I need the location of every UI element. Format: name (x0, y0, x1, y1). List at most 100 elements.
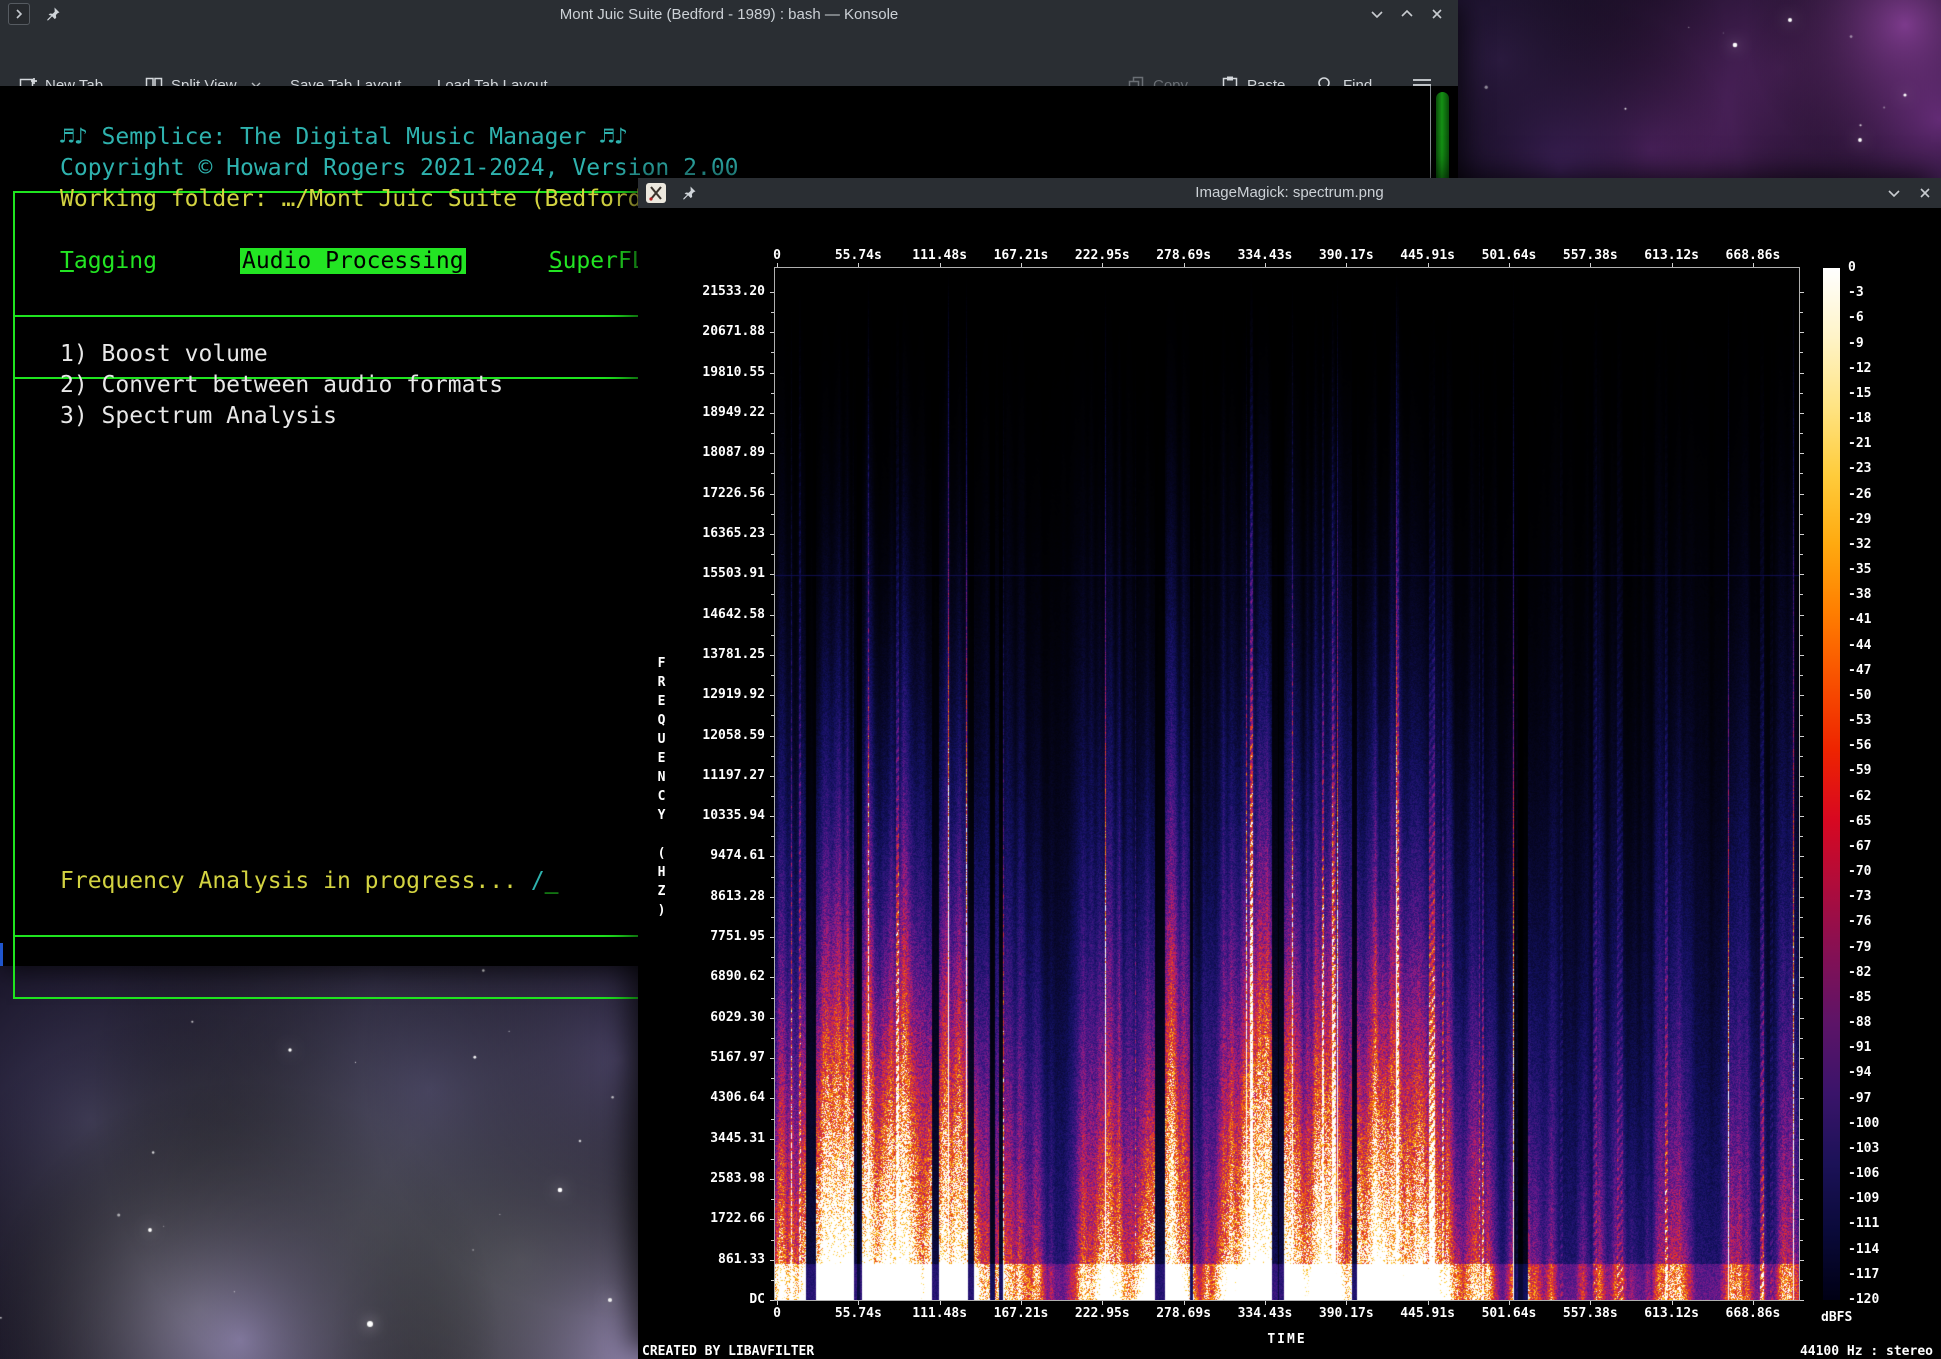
time-tick (1184, 1301, 1185, 1305)
freq-tick-minor (1800, 594, 1803, 595)
freq-tick (770, 655, 774, 656)
freq-tick-minor (771, 917, 774, 918)
freq-tick-minor (771, 594, 774, 595)
db-tick-label: -120 (1848, 1292, 1879, 1307)
colorbar (1823, 268, 1840, 1300)
db-tick-label: -6 (1848, 310, 1864, 325)
freq-tick (1800, 1139, 1804, 1140)
freq-tick-minor (771, 1280, 774, 1281)
freq-tick-minor (771, 998, 774, 999)
time-tick (1265, 263, 1266, 267)
freq-tick-minor (1800, 1240, 1803, 1241)
time-tick (1346, 1301, 1347, 1305)
db-tick-label: -29 (1848, 512, 1871, 527)
freq-tick-minor (771, 1159, 774, 1160)
db-tick-label: -21 (1848, 436, 1871, 451)
freq-tick-label: 6890.62 (663, 969, 765, 984)
db-tick-label: -82 (1848, 965, 1871, 980)
freq-tick-label: 9474.61 (663, 848, 765, 863)
freq-tick-label: 18087.89 (663, 445, 765, 460)
tui-tab-bar: Tagging Audio Processing SuperFLAC (60, 246, 673, 277)
time-tick-label: 334.43s (1230, 1306, 1300, 1321)
close-button[interactable] (1429, 6, 1445, 22)
konsole-titlebar[interactable]: Mont Juic Suite (Bedford - 1989) : bash … (0, 0, 1458, 28)
time-tick-label: 501.64s (1474, 248, 1544, 263)
time-tick-label: 390.17s (1311, 248, 1381, 263)
db-tick-label: -111 (1848, 1216, 1879, 1231)
freq-tick-minor (1800, 756, 1803, 757)
db-tick-label: -103 (1848, 1141, 1879, 1156)
time-tick-label: 0 (742, 248, 812, 263)
time-tick-label: 668.86s (1718, 248, 1788, 263)
freq-tick-minor (1800, 836, 1803, 837)
freq-tick-label: 3445.31 (663, 1131, 765, 1146)
tui-border-left (13, 191, 15, 999)
maximize-button[interactable] (1399, 6, 1415, 22)
spectrogram-image[interactable] (775, 268, 1799, 1300)
time-tick (1265, 1301, 1266, 1305)
imagemagick-window: ImageMagick: spectrum.png FREQUENCY (HZ)… (638, 178, 1941, 1359)
menu-item-spectrum-analysis[interactable]: 3) Spectrum Analysis (60, 401, 337, 432)
freq-tick (770, 332, 774, 333)
db-tick-label: -62 (1848, 789, 1871, 804)
db-tick-label: -32 (1848, 537, 1871, 552)
tab-tagging[interactable]: Tagging (60, 248, 157, 274)
time-tick-label: 613.12s (1637, 248, 1707, 263)
time-tick-label: 167.21s (986, 1306, 1056, 1321)
freq-tick-minor (1800, 433, 1803, 434)
time-tick (1102, 1301, 1103, 1305)
freq-tick-minor (771, 554, 774, 555)
menu-item-convert-formats[interactable]: 2) Convert between audio formats (60, 370, 503, 401)
freq-tick (770, 1098, 774, 1099)
time-tick-label: 55.74s (823, 1306, 893, 1321)
db-tick-label: -85 (1848, 990, 1871, 1005)
db-tick-label: -76 (1848, 914, 1871, 929)
freq-tick-label: 17226.56 (663, 486, 765, 501)
freq-tick-label: 6029.30 (663, 1010, 765, 1025)
time-tick-label: 55.74s (823, 248, 893, 263)
freq-tick-minor (771, 836, 774, 837)
freq-tick-minor (1800, 796, 1803, 797)
time-tick (858, 1301, 859, 1305)
db-tick-label: -3 (1848, 285, 1864, 300)
banner-copyright: Copyright © Howard Rogers 2021-2024, Ver… (60, 153, 739, 184)
time-tick (1509, 1301, 1510, 1305)
db-tick-label: -41 (1848, 612, 1871, 627)
time-tick (1672, 1301, 1673, 1305)
freq-tick (1800, 776, 1804, 777)
close-button[interactable] (1917, 185, 1933, 201)
db-tick-label: -12 (1848, 361, 1871, 376)
colorbar-unit-label: dBFS (1821, 1310, 1852, 1325)
imagemagick-titlebar[interactable]: ImageMagick: spectrum.png (638, 178, 1941, 208)
db-tick-label: -70 (1848, 864, 1871, 879)
menu-item-boost-volume[interactable]: 1) Boost volume (60, 339, 268, 370)
time-tick-label: 278.69s (1149, 248, 1219, 263)
freq-tick (770, 776, 774, 777)
freq-tick (1800, 816, 1804, 817)
terminal-cursor: _ (545, 868, 559, 894)
freq-tick (1800, 655, 1804, 656)
freq-tick (1800, 292, 1804, 293)
db-tick-label: -88 (1848, 1015, 1871, 1030)
freq-tick (770, 1139, 774, 1140)
time-tick (858, 263, 859, 267)
freq-tick-minor (1800, 635, 1803, 636)
minimize-button[interactable] (1369, 6, 1385, 22)
db-tick-label: -100 (1848, 1116, 1879, 1131)
tab-audio-processing[interactable]: Audio Processing (240, 248, 466, 274)
freq-tick-minor (1800, 352, 1803, 353)
db-tick-label: -97 (1848, 1091, 1871, 1106)
freq-tick-minor (1800, 675, 1803, 676)
freq-tick (1800, 1018, 1804, 1019)
minimize-button[interactable] (1886, 185, 1902, 201)
time-tick-label: 111.48s (905, 1306, 975, 1321)
freq-tick (1800, 534, 1804, 535)
konsole-toolbar: New Tab Split View Save Tab Layout Load … (0, 28, 1458, 86)
freq-tick-minor (771, 1038, 774, 1039)
konsole-window-title: Mont Juic Suite (Bedford - 1989) : bash … (0, 0, 1458, 29)
db-tick-label: -18 (1848, 411, 1871, 426)
db-tick-label: -38 (1848, 587, 1871, 602)
freq-tick-minor (1800, 514, 1803, 515)
time-tick-label: 557.38s (1555, 1306, 1625, 1321)
freq-tick (770, 494, 774, 495)
